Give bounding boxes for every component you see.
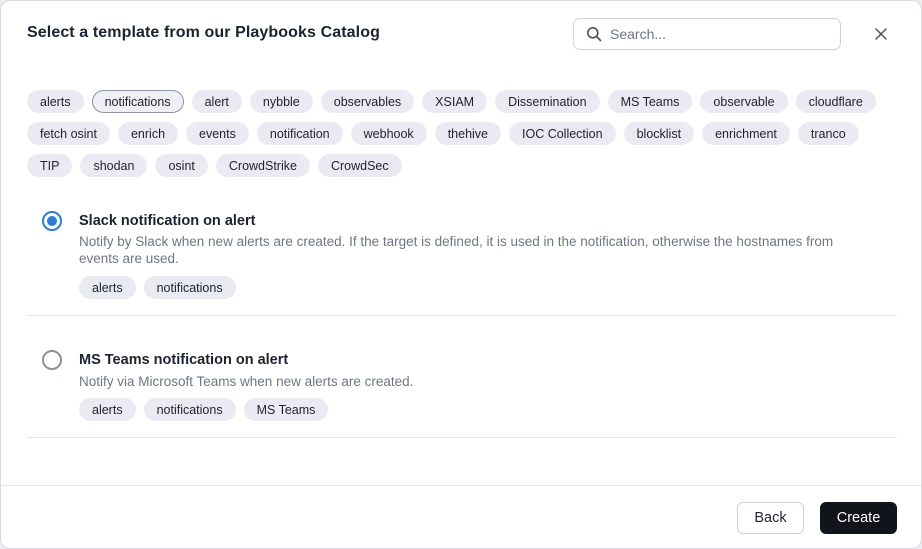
filter-tag[interactable]: nybble bbox=[249, 90, 313, 113]
filter-tags: alerts notifications alert nybble observ… bbox=[27, 90, 897, 186]
filter-tag[interactable]: MS Teams bbox=[607, 90, 693, 113]
template-name: Slack notification on alert bbox=[79, 213, 256, 229]
filter-tag[interactable]: alerts bbox=[27, 90, 84, 113]
back-button[interactable]: Back bbox=[737, 502, 804, 534]
close-icon bbox=[875, 28, 887, 40]
filter-tag-row: alerts notifications alert nybble observ… bbox=[27, 90, 897, 113]
filter-tag[interactable]: shodan bbox=[80, 154, 148, 177]
filter-tag[interactable]: alert bbox=[191, 90, 242, 113]
template-tag: alerts bbox=[79, 398, 136, 421]
filter-tag[interactable]: cloudflare bbox=[795, 90, 876, 113]
create-button[interactable]: Create bbox=[820, 502, 897, 534]
filter-tag[interactable]: events bbox=[186, 122, 249, 145]
filter-tag[interactable]: observable bbox=[700, 90, 788, 113]
template-description: Notify via Microsoft Teams when new aler… bbox=[79, 374, 414, 389]
filter-tag[interactable]: blocklist bbox=[623, 122, 695, 145]
filter-tag[interactable]: TIP bbox=[27, 154, 73, 177]
filter-tag[interactable]: thehive bbox=[434, 122, 501, 145]
template-tags: alerts notifications MS Teams bbox=[79, 398, 329, 421]
filter-tag[interactable]: CrowdSec bbox=[317, 154, 402, 177]
filter-tag[interactable]: XSIAM bbox=[422, 90, 488, 113]
filter-tag[interactable]: Dissemination bbox=[495, 90, 600, 113]
template-description: Notify by Slack when new alerts are crea… bbox=[79, 234, 834, 266]
filter-tag[interactable]: osint bbox=[155, 154, 208, 177]
filter-tag[interactable]: enrich bbox=[117, 122, 179, 145]
filter-tag[interactable]: webhook bbox=[350, 122, 427, 145]
filter-tag[interactable]: IOC Collection bbox=[509, 122, 616, 145]
filter-tag-row: fetch osint enrich events notification w… bbox=[27, 122, 897, 145]
modal-header: Select a template from our Playbooks Cat… bbox=[1, 1, 921, 67]
filter-tag[interactable]: observables bbox=[320, 90, 415, 113]
template-list: Slack notification on alert Notify by Sl… bbox=[27, 197, 897, 438]
filter-tag[interactable]: CrowdStrike bbox=[215, 154, 310, 177]
search-icon bbox=[587, 27, 602, 42]
filter-tag[interactable]: enrichment bbox=[702, 122, 790, 145]
template-tag: MS Teams bbox=[243, 398, 329, 421]
filter-tag[interactable]: notification bbox=[256, 122, 343, 145]
template-radio-selected[interactable] bbox=[42, 211, 62, 231]
template-tag: alerts bbox=[79, 276, 136, 299]
template-tags: alerts notifications bbox=[79, 276, 236, 299]
template-tag: notifications bbox=[143, 398, 236, 421]
modal-title: Select a template from our Playbooks Cat… bbox=[27, 24, 380, 41]
template-tag: notifications bbox=[143, 276, 236, 299]
template-item[interactable]: MS Teams notification on alert Notify vi… bbox=[27, 316, 897, 438]
filter-tag-selected[interactable]: notifications bbox=[91, 90, 184, 113]
filter-tag-row: TIP shodan osint CrowdStrike CrowdSec bbox=[27, 154, 897, 177]
filter-tag[interactable]: fetch osint bbox=[27, 122, 110, 145]
template-name: MS Teams notification on alert bbox=[79, 352, 289, 368]
template-radio[interactable] bbox=[42, 350, 62, 370]
template-item[interactable]: Slack notification on alert Notify by Sl… bbox=[27, 197, 897, 316]
template-catalog-modal: Select a template from our Playbooks Cat… bbox=[0, 0, 922, 549]
search-input[interactable] bbox=[610, 26, 830, 42]
filter-tag[interactable]: tranco bbox=[797, 122, 859, 145]
search-box[interactable] bbox=[573, 18, 841, 50]
modal-footer: Back Create bbox=[1, 485, 921, 548]
close-button[interactable] bbox=[871, 24, 891, 44]
